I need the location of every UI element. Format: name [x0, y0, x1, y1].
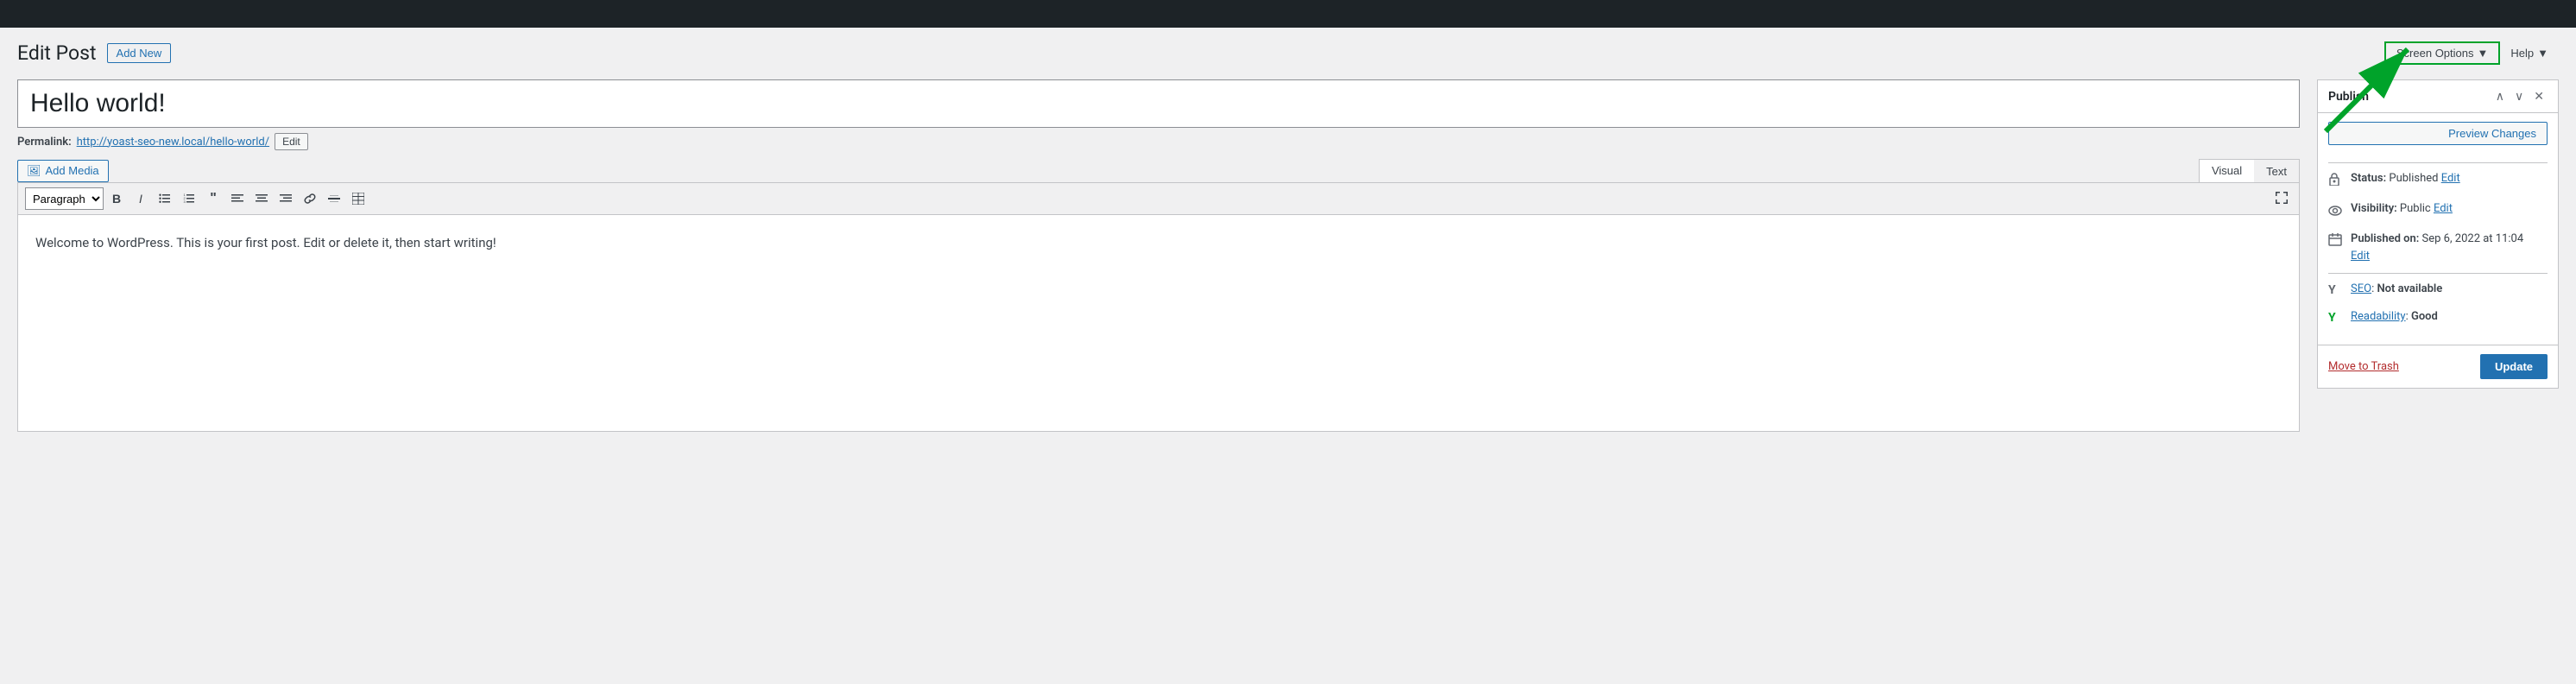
preview-changes-button[interactable]: Preview Changes [2328, 122, 2548, 145]
screen-options-label: Screen Options [2396, 47, 2474, 60]
seo-text: SEO: Not available [2351, 281, 2442, 298]
visibility-edit-link[interactable]: Edit [2434, 202, 2453, 215]
visual-tab[interactable]: Visual [2200, 160, 2254, 182]
permalink-label: Permalink: [17, 136, 72, 149]
permalink-edit-button[interactable]: Edit [275, 133, 308, 150]
align-left-button[interactable] [226, 187, 249, 210]
blockquote-button[interactable]: " [202, 187, 224, 210]
add-media-button[interactable]: 🖼 Add Media [17, 160, 109, 182]
page-title: Edit Post [17, 41, 97, 65]
readability-row: Y Readability: Good [2328, 308, 2548, 327]
publish-box-close[interactable]: ✕ [2530, 87, 2548, 105]
text-tab[interactable]: Text [2254, 160, 2299, 182]
help-button[interactable]: Help ▼ [2500, 43, 2559, 63]
visibility-text: Visibility: Public Edit [2351, 200, 2453, 218]
help-arrow: ▼ [2537, 47, 2548, 60]
yoast-readability-icon: Y [2328, 309, 2344, 327]
bold-button[interactable]: B [105, 187, 128, 210]
eye-icon [2328, 201, 2344, 222]
seo-label[interactable]: SEO [2351, 282, 2371, 295]
move-to-trash-link[interactable]: Move to Trash [2328, 360, 2399, 373]
yoast-seo-icon: Y [2328, 282, 2344, 300]
editor-text: Welcome to WordPress. This is your first… [35, 232, 2282, 255]
editor-area: Permalink: http://yoast-seo-new.local/he… [17, 79, 2300, 432]
sidebar: Publish ∧ ∨ ✕ Preview Changes [2317, 79, 2559, 432]
calendar-icon [2328, 231, 2344, 252]
update-button[interactable]: Update [2480, 354, 2548, 379]
expand-editor-button[interactable] [2271, 189, 2292, 209]
main-content: Permalink: http://yoast-seo-new.local/he… [0, 71, 2576, 432]
format-toolbar: Paragraph B I 123 " [18, 183, 2299, 215]
visual-text-tabs: Visual Text [2199, 159, 2300, 182]
editor-wrapper: Paragraph B I 123 " [17, 182, 2300, 432]
add-new-button[interactable]: Add New [107, 43, 172, 63]
readability-label[interactable]: Readability [2351, 310, 2406, 323]
add-media-label: Add Media [46, 164, 99, 177]
publish-box-title: Publish [2328, 90, 2369, 104]
more-button[interactable] [323, 187, 345, 210]
seo-row: Y SEO: Not available [2328, 281, 2548, 300]
publish-box: Publish ∧ ∨ ✕ Preview Changes [2317, 79, 2559, 389]
divider-1 [2328, 162, 2548, 163]
screen-options-arrow: ▼ [2478, 47, 2489, 60]
published-on-row: Published on: Sep 6, 2022 at 11:04Edit [2328, 231, 2548, 264]
lock-icon [2328, 171, 2344, 192]
published-on-edit-link[interactable]: Edit [2351, 250, 2370, 263]
svg-text:3: 3 [184, 200, 186, 204]
publish-box-collapse-up[interactable]: ∧ [2492, 87, 2508, 105]
table-button[interactable] [347, 187, 369, 210]
align-center-button[interactable] [250, 187, 273, 210]
status-edit-link[interactable]: Edit [2441, 172, 2460, 185]
readability-text: Readability: Good [2351, 308, 2438, 326]
screen-options-button[interactable]: Screen Options ▼ [2384, 41, 2500, 65]
publish-box-footer: Move to Trash Update [2318, 345, 2558, 388]
publish-box-body: Preview Changes Status: Published Edit [2318, 113, 2558, 345]
publish-box-collapse-down[interactable]: ∨ [2511, 87, 2527, 105]
align-right-button[interactable] [275, 187, 297, 210]
status-row: Status: Published Edit [2328, 170, 2548, 192]
bullet-list-button[interactable] [154, 187, 176, 210]
visibility-row: Visibility: Public Edit [2328, 200, 2548, 222]
page-header: Edit Post Add New Screen Options ▼ Help … [0, 28, 2576, 71]
status-text: Status: Published Edit [2351, 170, 2460, 187]
numbered-list-button[interactable]: 123 [178, 187, 200, 210]
post-title-input[interactable] [17, 79, 2300, 128]
divider-2 [2328, 273, 2548, 274]
published-on-text: Published on: Sep 6, 2022 at 11:04Edit [2351, 231, 2523, 264]
italic-button[interactable]: I [129, 187, 152, 210]
help-label: Help [2510, 47, 2534, 60]
admin-bar [0, 0, 2576, 28]
paragraph-select[interactable]: Paragraph [25, 187, 104, 210]
link-button[interactable] [299, 187, 321, 210]
editor-content[interactable]: Welcome to WordPress. This is your first… [18, 215, 2299, 431]
add-media-icon: 🖼 [27, 164, 41, 178]
editor-toolbar-row: 🖼 Add Media Visual Text [17, 159, 2300, 182]
permalink-row: Permalink: http://yoast-seo-new.local/he… [17, 133, 2300, 150]
permalink-link[interactable]: http://yoast-seo-new.local/hello-world/ [77, 136, 269, 149]
publish-box-header: Publish ∧ ∨ ✕ [2318, 80, 2558, 113]
